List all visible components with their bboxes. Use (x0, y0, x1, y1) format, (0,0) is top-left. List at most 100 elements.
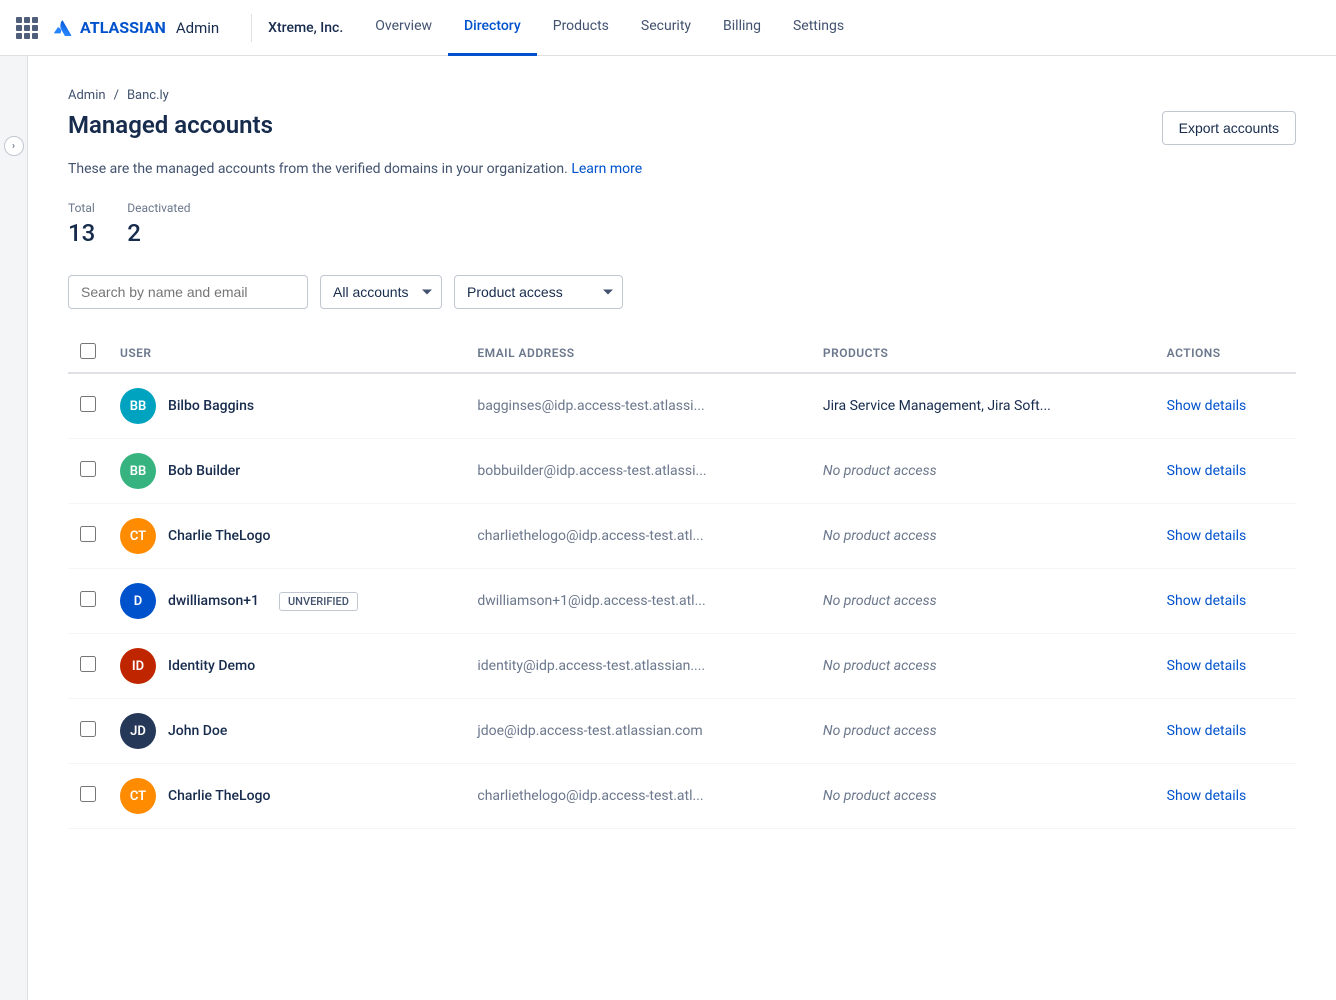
no-product-text: No product access (823, 788, 937, 804)
row-checkbox-5[interactable] (80, 721, 96, 737)
no-product-text: No product access (823, 463, 937, 479)
nav-security[interactable]: Security (625, 0, 707, 56)
th-checkbox (68, 333, 108, 373)
row-checkbox-1[interactable] (80, 461, 96, 477)
nav-products[interactable]: Products (537, 0, 625, 56)
product-access-wrapper: Product access No product access Has pro… (454, 275, 623, 309)
table-row: CT Charlie TheLogo charliethelogo@idp.ac… (68, 764, 1296, 829)
table-row: ID Identity Demo identity@idp.access-tes… (68, 634, 1296, 699)
actions-cell: Show details (1155, 569, 1296, 634)
user-name: dwilliamson+1 (168, 593, 259, 609)
actions-cell: Show details (1155, 764, 1296, 829)
user-name: Identity Demo (168, 658, 255, 674)
stat-total-value: 13 (68, 219, 95, 247)
user-name: Charlie TheLogo (168, 528, 270, 544)
row-checkbox-3[interactable] (80, 591, 96, 607)
row-checkbox-0[interactable] (80, 396, 96, 412)
actions-cell: Show details (1155, 634, 1296, 699)
user-name: Charlie TheLogo (168, 788, 270, 804)
accounts-table: User Email address Products Actions BB B… (68, 333, 1296, 829)
page-description: These are the managed accounts from the … (68, 161, 1296, 177)
avatar: BB (120, 388, 156, 424)
table-row: JD John Doe jdoe@idp.access-test.atlassi… (68, 699, 1296, 764)
avatar: JD (120, 713, 156, 749)
app-logo[interactable]: ATLASSIAN Admin (16, 16, 219, 40)
show-details-link[interactable]: Show details (1167, 658, 1247, 674)
no-product-text: No product access (823, 593, 937, 609)
description-text: These are the managed accounts from the … (68, 161, 568, 177)
actions-cell: Show details (1155, 699, 1296, 764)
table-header-row: User Email address Products Actions (68, 333, 1296, 373)
nav-billing[interactable]: Billing (707, 0, 777, 56)
avatar: ID (120, 648, 156, 684)
user-cell: ID Identity Demo (108, 634, 465, 699)
breadcrumb-current: Banc.ly (127, 88, 169, 103)
avatar: BB (120, 453, 156, 489)
sidebar-toggle[interactable]: › (0, 56, 28, 1000)
stat-total: Total 13 (68, 201, 95, 247)
no-product-text: No product access (823, 723, 937, 739)
user-cell: D dwilliamson+1 UNVERIFIED (108, 569, 465, 634)
row-checkbox-6[interactable] (80, 786, 96, 802)
table-row: CT Charlie TheLogo charliethelogo@idp.ac… (68, 504, 1296, 569)
row-checkbox-4[interactable] (80, 656, 96, 672)
products-cell: No product access (811, 634, 1155, 699)
stat-deactivated-value: 2 (127, 219, 190, 247)
actions-cell: Show details (1155, 439, 1296, 504)
user-cell: BB Bilbo Baggins (108, 373, 465, 439)
user-cell: JD John Doe (108, 699, 465, 764)
show-details-link[interactable]: Show details (1167, 788, 1247, 804)
table-row: BB Bob Builder bobbuilder@idp.access-tes… (68, 439, 1296, 504)
page-title: Managed accounts (68, 111, 273, 139)
no-product-text: No product access (823, 658, 937, 674)
export-button[interactable]: Export accounts (1162, 111, 1296, 145)
nav-overview[interactable]: Overview (359, 0, 448, 56)
actions-cell: Show details (1155, 504, 1296, 569)
email-cell: charliethelogo@idp.access-test.atl... (465, 504, 811, 569)
products-cell: No product access (811, 439, 1155, 504)
nav-items: Overview Directory Products Security Bil… (359, 0, 860, 55)
email-cell: charliethelogo@idp.access-test.atl... (465, 764, 811, 829)
th-email: Email address (465, 333, 811, 373)
search-input[interactable] (68, 275, 308, 309)
products-cell: No product access (811, 569, 1155, 634)
user-cell: CT Charlie TheLogo (108, 504, 465, 569)
actions-cell: Show details (1155, 373, 1296, 439)
avatar: D (120, 583, 156, 619)
all-accounts-select[interactable]: All accounts Active Deactivated (320, 275, 442, 309)
filters-section: All accounts Active Deactivated Product … (68, 275, 1296, 309)
table-row: BB Bilbo Baggins bagginses@idp.access-te… (68, 373, 1296, 439)
page-header: Managed accounts Export accounts (68, 111, 1296, 145)
products-cell: No product access (811, 699, 1155, 764)
show-details-link[interactable]: Show details (1167, 593, 1247, 609)
admin-label: Admin (176, 19, 219, 37)
stat-deactivated: Deactivated 2 (127, 201, 190, 247)
grid-icon (16, 17, 38, 39)
email-cell: identity@idp.access-test.atlassian.... (465, 634, 811, 699)
email-cell: bobbuilder@idp.access-test.atlassi... (465, 439, 811, 504)
sidebar-toggle-button[interactable]: › (4, 136, 24, 156)
th-actions: Actions (1155, 333, 1296, 373)
unverified-badge: UNVERIFIED (279, 592, 358, 611)
avatar: CT (120, 518, 156, 554)
org-name: Xtreme, Inc. (268, 20, 343, 36)
main-content: Admin / Banc.ly Managed accounts Export … (28, 56, 1336, 1000)
show-details-link[interactable]: Show details (1167, 398, 1247, 414)
row-checkbox-2[interactable] (80, 526, 96, 542)
nav-directory[interactable]: Directory (448, 0, 537, 56)
table-row: D dwilliamson+1 UNVERIFIED dwilliamson+1… (68, 569, 1296, 634)
select-all-checkbox[interactable] (80, 343, 96, 359)
th-products: Products (811, 333, 1155, 373)
all-accounts-wrapper: All accounts Active Deactivated (320, 275, 442, 309)
product-access-select[interactable]: Product access No product access Has pro… (454, 275, 623, 309)
learn-more-link[interactable]: Learn more (571, 161, 642, 177)
top-nav: ATLASSIAN Admin Xtreme, Inc. Overview Di… (0, 0, 1336, 56)
nav-settings[interactable]: Settings (777, 0, 860, 56)
breadcrumb-admin[interactable]: Admin (68, 88, 106, 103)
show-details-link[interactable]: Show details (1167, 463, 1247, 479)
breadcrumb: Admin / Banc.ly (68, 88, 1296, 103)
page-layout: › Admin / Banc.ly Managed accounts Expor… (0, 56, 1336, 1000)
breadcrumb-separator: / (114, 88, 119, 103)
show-details-link[interactable]: Show details (1167, 723, 1247, 739)
show-details-link[interactable]: Show details (1167, 528, 1247, 544)
